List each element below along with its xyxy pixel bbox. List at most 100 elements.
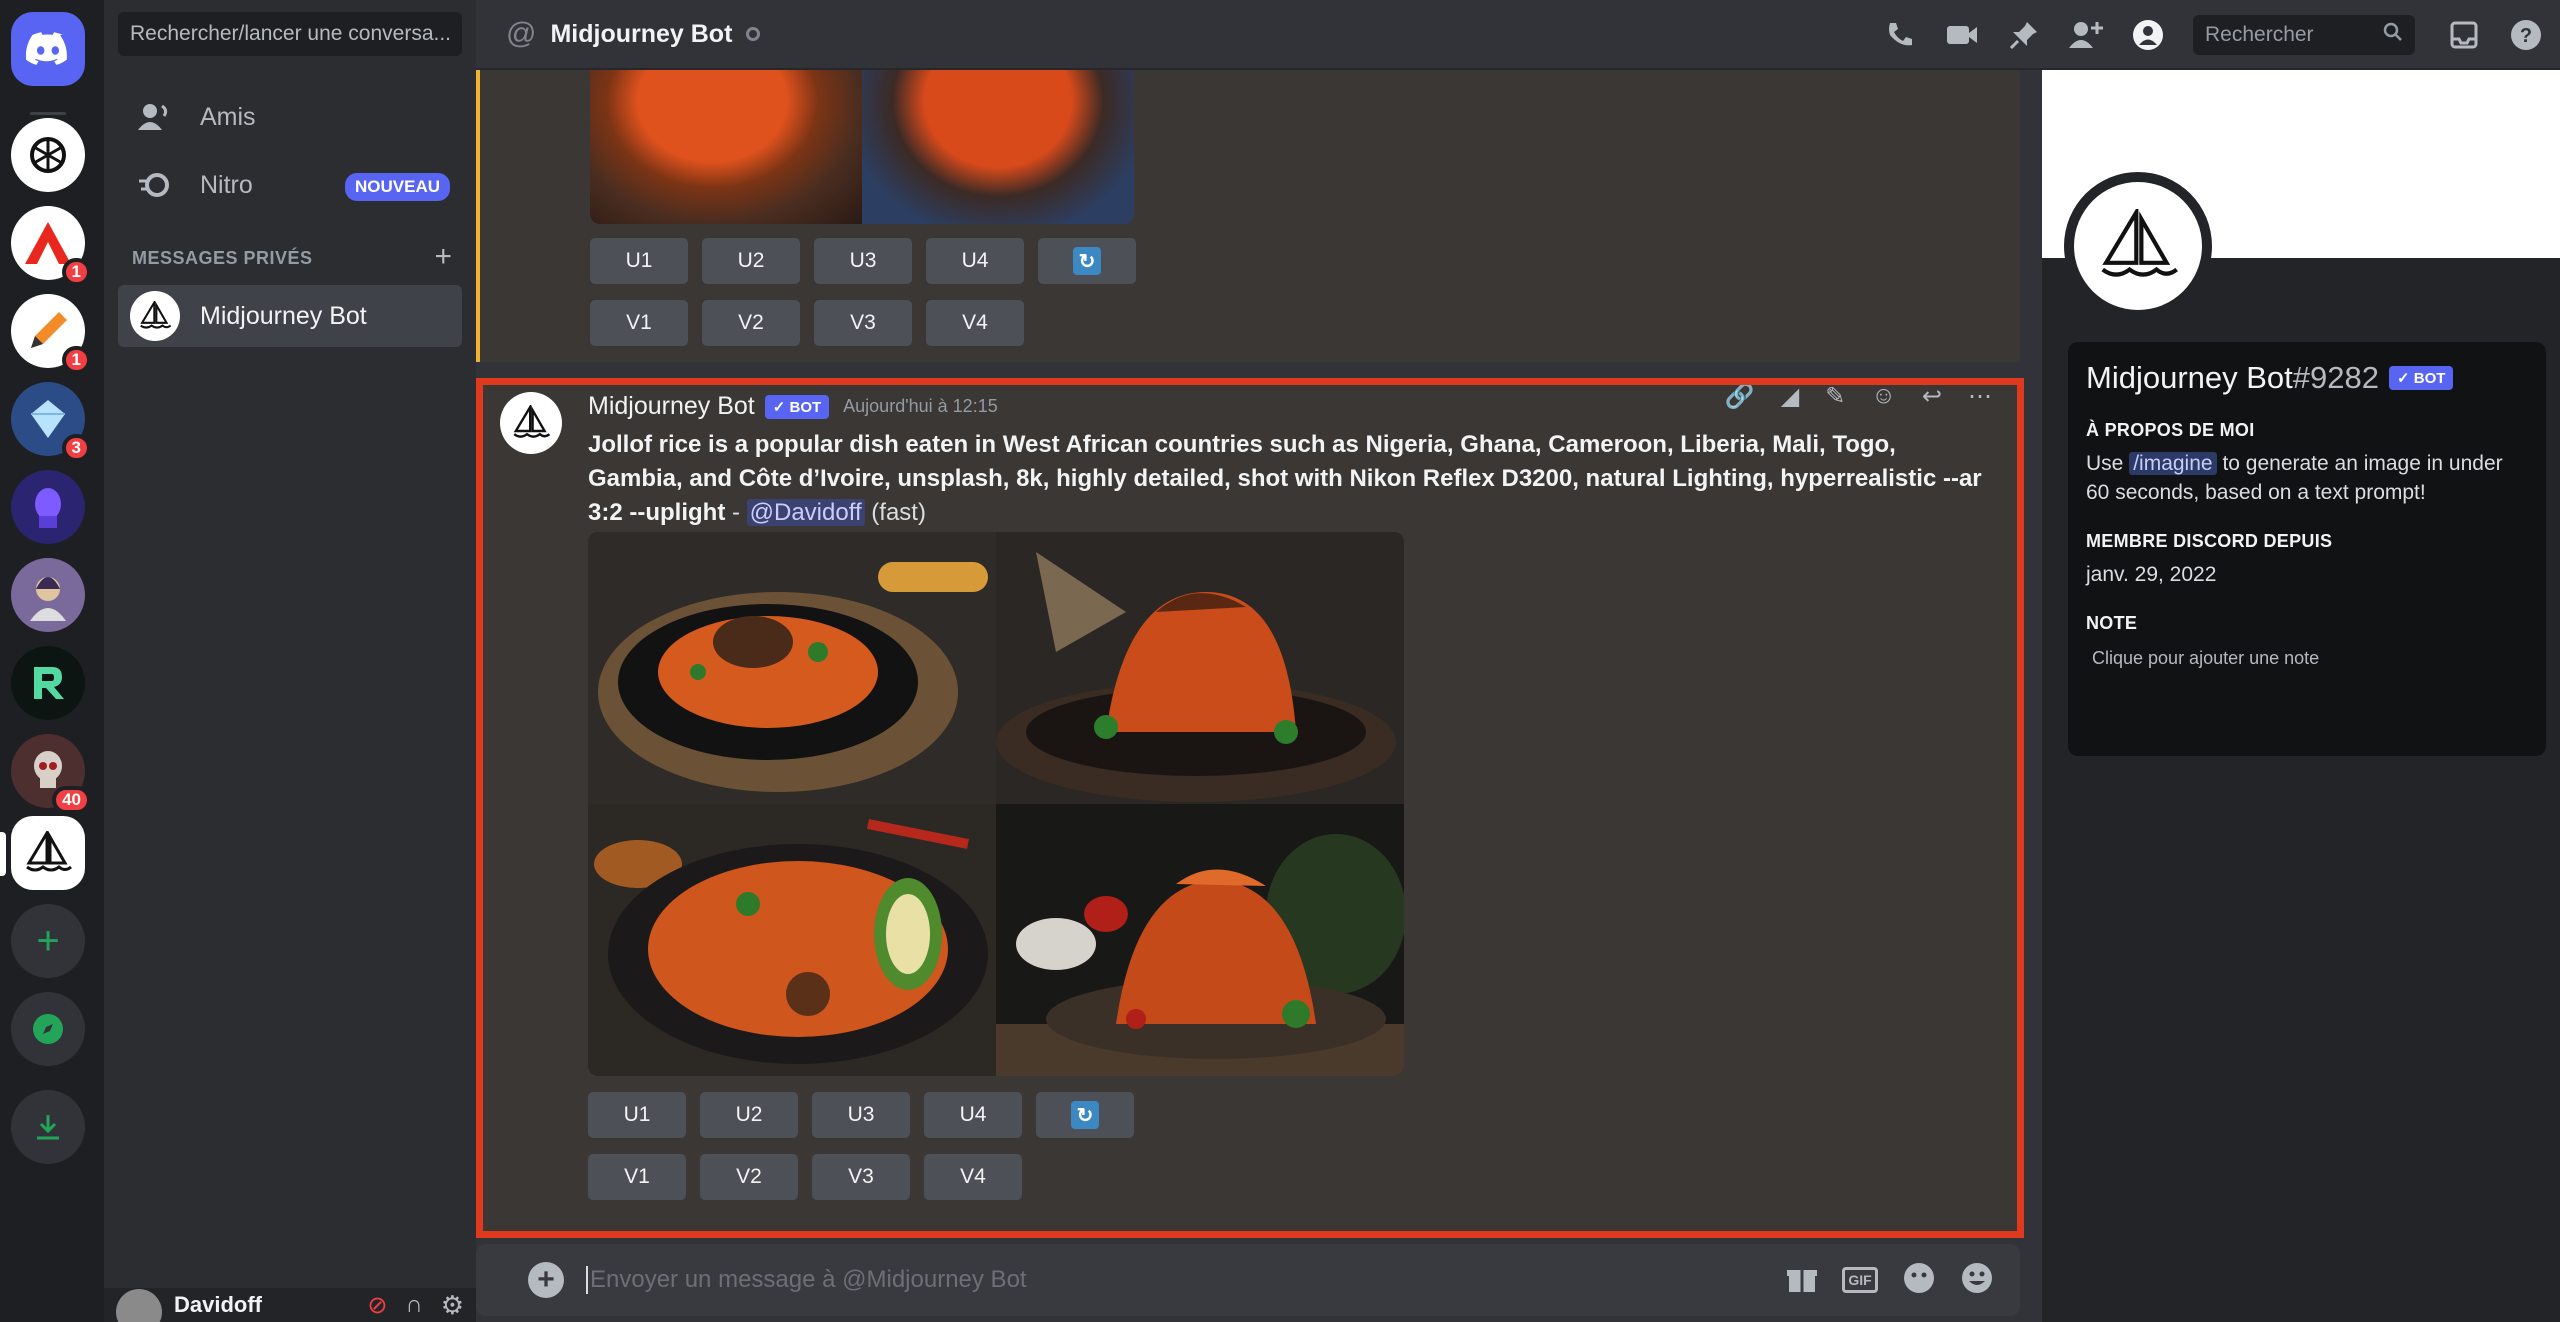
nitro-link[interactable]: Nitro NOUVEAU (118, 154, 462, 216)
bot-badge: ✓ BOT (2389, 366, 2454, 390)
reroll-button[interactable]: ↻ (1038, 238, 1136, 284)
user-profile-toggle-icon[interactable] (2130, 17, 2166, 53)
user-mention[interactable]: @Davidoff (746, 499, 865, 526)
jollof-image-3[interactable] (588, 804, 996, 1076)
server-purple[interactable] (11, 470, 85, 544)
server-adobe[interactable]: 1 (11, 206, 91, 286)
friends-link[interactable]: Amis (118, 86, 462, 148)
compass-icon (33, 1014, 63, 1044)
unread-badge: 1 (61, 258, 91, 286)
reply-icon[interactable]: ↩ (1922, 382, 1942, 411)
download-icon (37, 1115, 59, 1140)
attach-plus-button[interactable]: + (528, 1262, 564, 1298)
server-chatgpt[interactable] (11, 118, 85, 192)
gif-button[interactable]: GIF (1842, 1267, 1878, 1293)
server-midjourney[interactable] (11, 816, 85, 890)
dm-search-input[interactable]: Rechercher/lancer une conversa... (118, 12, 462, 56)
sticker-icon[interactable] (1902, 1261, 1936, 1300)
link-icon[interactable]: 🔗 (1725, 382, 1755, 411)
u2-button[interactable]: U2 (702, 238, 800, 284)
chat-area: U1 U2 U3 U4 ↻ V1 V2 V3 V4 Midjourney Bot… (476, 70, 2042, 1322)
openai-logo-icon (30, 137, 66, 173)
download-apps-button[interactable] (11, 1090, 85, 1164)
imagine-command[interactable]: /imagine (2129, 452, 2217, 475)
nitro-label: Nitro (200, 170, 253, 199)
u4-button[interactable]: U4 (924, 1092, 1022, 1138)
message-author[interactable]: Midjourney Bot (588, 392, 755, 421)
about-text: Use /imagine to generate an image in und… (2086, 449, 2528, 507)
reaction-icon[interactable]: ☺ (1871, 382, 1896, 411)
add-friend-icon[interactable] (2068, 17, 2104, 53)
profile-name: Midjourney Bot (2086, 360, 2293, 395)
server-skull[interactable]: 40 (11, 734, 91, 814)
discord-home-button[interactable] (11, 12, 85, 86)
pencil-logo-icon (31, 312, 67, 348)
more-icon[interactable]: ⋯ (1968, 382, 1992, 411)
emoji-icon[interactable] (1960, 1261, 1994, 1300)
v3-button[interactable]: V3 (812, 1154, 910, 1200)
video-call-icon[interactable] (1944, 17, 1980, 53)
avatar[interactable] (500, 392, 562, 454)
profile-tag: #9282 (2292, 360, 2379, 395)
previous-image-grid[interactable] (590, 70, 1134, 224)
u1-button[interactable]: U1 (590, 238, 688, 284)
server-crystal[interactable]: 3 (11, 382, 91, 462)
previous-message: U1 U2 U3 U4 ↻ V1 V2 V3 V4 (476, 70, 2020, 362)
jollof-image-1[interactable] (588, 532, 996, 804)
add-server-button[interactable]: + (11, 904, 85, 978)
note-input[interactable]: Clique pour ajouter une note (2086, 648, 2528, 669)
image-grid[interactable] (588, 532, 1404, 1076)
help-icon[interactable]: ? (2508, 17, 2544, 53)
v1-button[interactable]: V1 (590, 300, 688, 346)
jollof-image-4[interactable] (996, 804, 1404, 1076)
header-search-input[interactable]: Rechercher (2193, 15, 2415, 55)
member-since-title: MEMBRE DISCORD DEPUIS (2086, 531, 2333, 551)
dm-section-title: MESSAGES PRIVÉS (132, 248, 313, 268)
gift-icon[interactable] (1786, 1262, 1818, 1299)
v1-button[interactable]: V1 (588, 1154, 686, 1200)
pin-icon[interactable]: ✎ (1825, 382, 1845, 411)
voice-call-icon[interactable] (1882, 17, 1918, 53)
svg-text:?: ? (2520, 25, 2532, 47)
headphones-icon[interactable]: ∩ (405, 1291, 422, 1319)
offline-status-icon (746, 27, 761, 41)
prompt-separator: - (725, 499, 747, 526)
user-profile-panel: Midjourney Bot #9282 ✓ BOT À PROPOS DE MO… (2042, 70, 2560, 1322)
wizard-portrait-icon (30, 577, 66, 621)
v2-button[interactable]: V2 (700, 1154, 798, 1200)
pin-icon[interactable] (2006, 17, 2042, 53)
search-placeholder: Rechercher (2205, 23, 2314, 46)
jollof-image[interactable] (862, 70, 1134, 224)
u3-button[interactable]: U3 (814, 238, 912, 284)
gear-icon[interactable]: ⚙ (441, 1290, 464, 1321)
thread-icon[interactable]: ◢ (1781, 382, 1799, 411)
dm-item-midjourney-bot[interactable]: Midjourney Bot (118, 285, 462, 347)
u2-button[interactable]: U2 (700, 1092, 798, 1138)
server-pencil[interactable]: 1 (11, 294, 91, 374)
u4-button[interactable]: U4 (926, 238, 1024, 284)
u3-button[interactable]: U3 (812, 1092, 910, 1138)
jollof-image-2[interactable] (996, 532, 1404, 804)
member-since-date: janv. 29, 2022 (2086, 563, 2217, 586)
v3-button[interactable]: V3 (814, 300, 912, 346)
v2-button[interactable]: V2 (702, 300, 800, 346)
explore-servers-button[interactable] (11, 992, 85, 1066)
friends-label: Amis (200, 102, 256, 131)
reroll-button[interactable]: ↻ (1036, 1092, 1134, 1138)
inbox-icon[interactable] (2446, 17, 2482, 53)
u1-button[interactable]: U1 (588, 1092, 686, 1138)
v4-button[interactable]: V4 (926, 300, 1024, 346)
profile-avatar[interactable] (2064, 172, 2212, 320)
jollof-image[interactable] (590, 70, 862, 224)
create-dm-button[interactable]: + (434, 242, 452, 272)
avatar[interactable] (116, 1289, 162, 1322)
message-toolbar: 🔗 ◢ ✎ ☺ ↩ ⋯ (1725, 382, 1992, 411)
rail-separator (30, 112, 66, 115)
v4-button[interactable]: V4 (924, 1154, 1022, 1200)
server-portrait[interactable] (11, 558, 85, 632)
avatar (130, 291, 180, 341)
midjourney-sailboat-icon (2101, 209, 2178, 277)
server-r-logo[interactable] (11, 646, 85, 720)
message-input[interactable]: Envoyer un message à @Midjourney Bot (586, 1266, 1786, 1294)
mute-icon[interactable]: ⊘ (367, 1291, 387, 1320)
